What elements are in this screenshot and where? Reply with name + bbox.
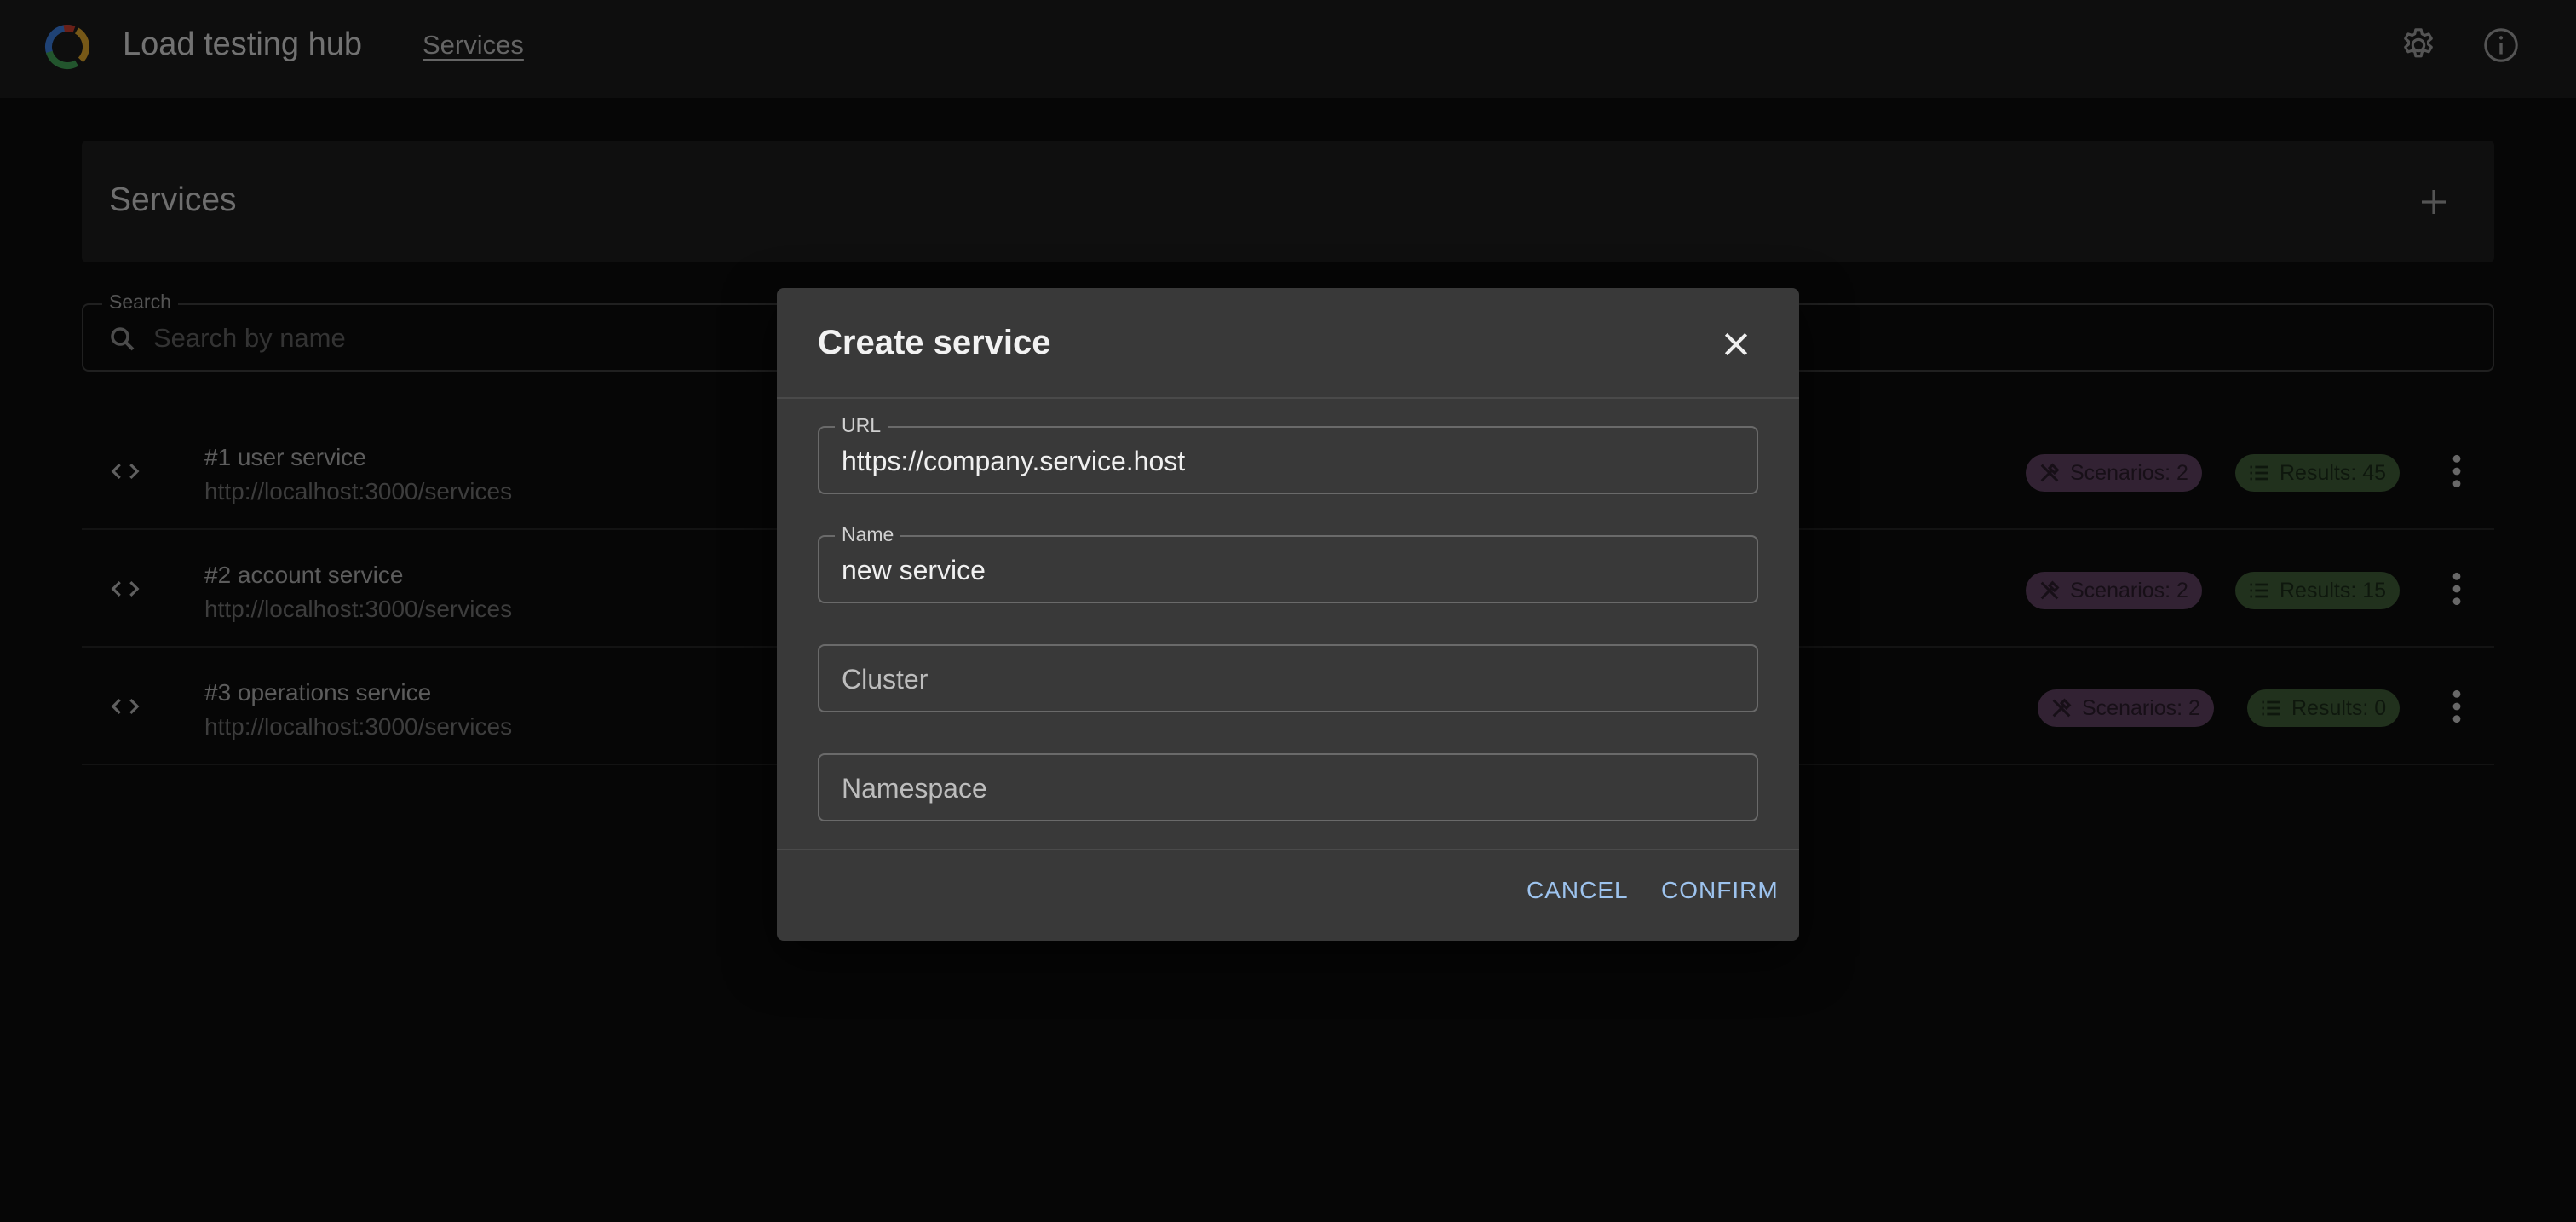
namespace-input[interactable] <box>842 770 1736 806</box>
dialog-title: Create service <box>818 324 1051 361</box>
cancel-button[interactable]: CANCEL <box>1527 876 1629 905</box>
name-input[interactable] <box>842 552 1736 588</box>
dialog-divider <box>777 849 1799 850</box>
url-input[interactable] <box>842 443 1736 479</box>
url-label: URL <box>835 414 888 436</box>
page: Load testing hub Services Services Searc… <box>0 0 2576 1222</box>
close-icon[interactable] <box>1719 327 1753 361</box>
url-field[interactable]: URL <box>818 414 1758 494</box>
name-field[interactable]: Name <box>818 523 1758 603</box>
cluster-input[interactable] <box>842 661 1736 697</box>
cluster-field[interactable] <box>818 644 1758 712</box>
dialog-divider <box>777 397 1799 399</box>
confirm-button[interactable]: CONFIRM <box>1661 876 1779 905</box>
namespace-field[interactable] <box>818 753 1758 821</box>
name-label: Name <box>835 523 901 545</box>
create-service-dialog: Create service URL Name CANCEL CONFIRM <box>777 288 1799 941</box>
